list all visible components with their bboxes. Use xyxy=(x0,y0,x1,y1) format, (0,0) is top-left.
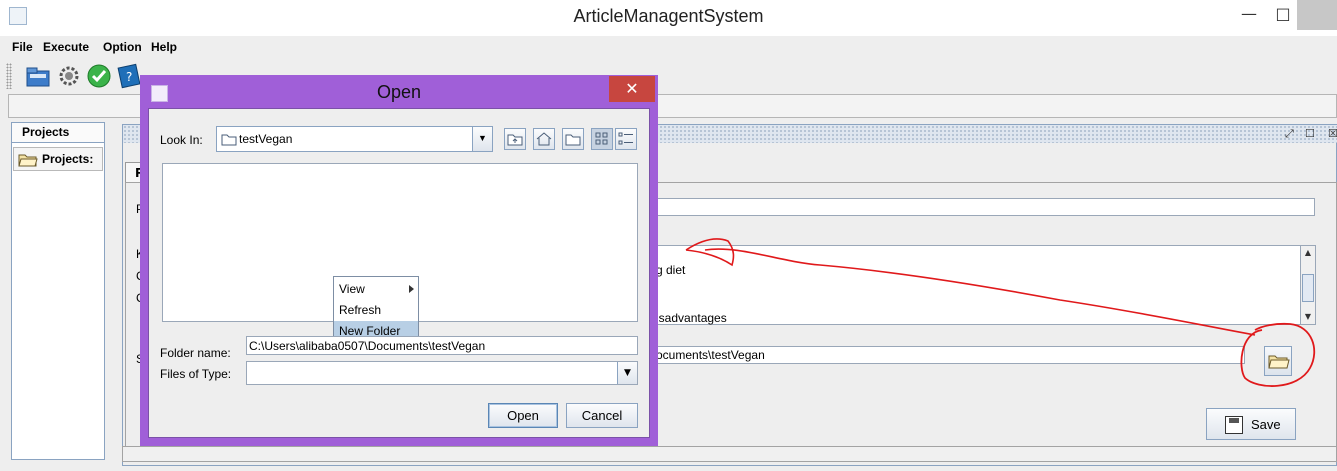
folder-open-icon xyxy=(18,154,38,167)
submenu-arrow-icon xyxy=(409,285,414,293)
up-folder-icon xyxy=(507,134,523,146)
details-view-button[interactable] xyxy=(615,128,637,150)
home-icon xyxy=(536,132,552,146)
projects-tree[interactable]: Projects: xyxy=(11,142,105,460)
chevron-down-icon[interactable]: ▼ xyxy=(472,127,492,151)
new-folder-icon xyxy=(565,134,581,146)
list-view-icon xyxy=(595,132,608,145)
file-list[interactable]: View Refresh New Folder xyxy=(162,163,638,344)
open-icon xyxy=(26,67,50,87)
main-titlebar: ArticleManagentSystem — □ xyxy=(0,0,1337,36)
look-in-combobox[interactable]: testVegan ▼ xyxy=(216,126,493,152)
files-of-type-combobox[interactable]: ▼ xyxy=(246,361,638,385)
frame-close-icon[interactable]: ☒ xyxy=(1328,127,1337,140)
description-line: g diet xyxy=(656,263,686,277)
frame-restore-icon[interactable]: ⤢ xyxy=(1285,127,1294,141)
details-view-icon xyxy=(618,132,633,145)
projects-root-node[interactable]: Projects: xyxy=(13,147,103,171)
files-of-type-label: Files of Type: xyxy=(160,367,232,381)
dialog-titlebar[interactable]: Open ✕ xyxy=(140,75,658,108)
context-menu-refresh-label: Refresh xyxy=(339,303,382,317)
project-name-field[interactable] xyxy=(655,198,1315,216)
dialog-close-button[interactable]: ✕ xyxy=(609,76,655,102)
description-line: isadvantages xyxy=(656,311,727,325)
save-button-label: Save xyxy=(1251,417,1281,432)
description-textarea[interactable]: g diet isadvantages xyxy=(655,245,1301,325)
help-toolbar-button[interactable]: ? xyxy=(115,62,143,90)
minimize-button[interactable]: — xyxy=(1231,0,1267,30)
menu-help[interactable]: Help xyxy=(151,40,177,54)
context-menu-view[interactable]: View xyxy=(334,279,418,299)
open-file-dialog: Open ✕ Look In: testVegan ▼ View Refresh… xyxy=(140,75,658,446)
context-menu-view-label: View xyxy=(339,282,365,296)
scrollbar-thumb[interactable] xyxy=(1302,274,1314,302)
settings-icon xyxy=(59,66,79,86)
list-view-button[interactable] xyxy=(591,128,613,150)
folder-name-label: Folder name: xyxy=(160,346,231,360)
context-menu: View Refresh New Folder xyxy=(333,276,419,344)
look-in-label: Look In: xyxy=(160,133,203,147)
up-one-level-button[interactable] xyxy=(504,128,526,150)
open-button[interactable]: Open xyxy=(488,403,558,428)
help-book-icon: ? xyxy=(117,63,141,89)
menu-file[interactable]: File xyxy=(12,40,33,54)
context-menu-refresh[interactable]: Refresh xyxy=(334,300,418,320)
menu-bar: File Execute Option Help xyxy=(0,36,1337,58)
scroll-up-icon[interactable]: ▲ xyxy=(1301,246,1315,260)
new-folder-button[interactable] xyxy=(562,128,584,150)
dialog-body: Look In: testVegan ▼ View Refresh New Fo… xyxy=(148,108,650,438)
svg-text:?: ? xyxy=(126,70,132,84)
description-scrollbar[interactable]: ▲ ▼ xyxy=(1300,245,1316,325)
settings-toolbar-button[interactable] xyxy=(55,62,83,90)
window-close-button[interactable] xyxy=(1297,0,1337,30)
browse-folder-button[interactable] xyxy=(1264,346,1292,376)
projects-panel: Projects Projects: xyxy=(9,122,113,462)
check-icon xyxy=(87,64,111,88)
folder-open-icon xyxy=(1268,355,1290,369)
frame-maximize-icon[interactable]: ☐ xyxy=(1305,127,1315,140)
window-title: ArticleManagentSystem xyxy=(573,6,764,26)
dialog-title: Open xyxy=(376,82,422,102)
horizontal-scrollbar[interactable] xyxy=(122,446,1337,462)
floppy-disk-icon xyxy=(1225,416,1243,434)
scroll-down-icon[interactable]: ▼ xyxy=(1301,310,1315,324)
projects-root-label: Projects: xyxy=(42,152,94,166)
check-toolbar-button[interactable] xyxy=(85,62,113,90)
menu-option[interactable]: Option xyxy=(103,40,142,54)
chevron-down-icon[interactable]: ▼ xyxy=(617,362,637,384)
open-toolbar-button[interactable] xyxy=(24,62,52,90)
look-in-value: testVegan xyxy=(239,132,293,146)
tab-projects[interactable]: Projects xyxy=(11,122,105,142)
home-button[interactable] xyxy=(533,128,555,150)
folder-name-field[interactable]: C:\Users\alibaba0507\Documents\testVegan xyxy=(246,336,638,355)
maximize-button[interactable]: □ xyxy=(1265,0,1301,30)
folder-icon xyxy=(221,134,237,146)
menu-execute[interactable]: Execute xyxy=(43,40,89,54)
save-button[interactable]: Save xyxy=(1206,408,1296,440)
source-path-field[interactable]: ocuments\testVegan xyxy=(655,346,1245,364)
toolbar-grip[interactable] xyxy=(6,63,12,89)
cancel-button[interactable]: Cancel xyxy=(566,403,638,428)
